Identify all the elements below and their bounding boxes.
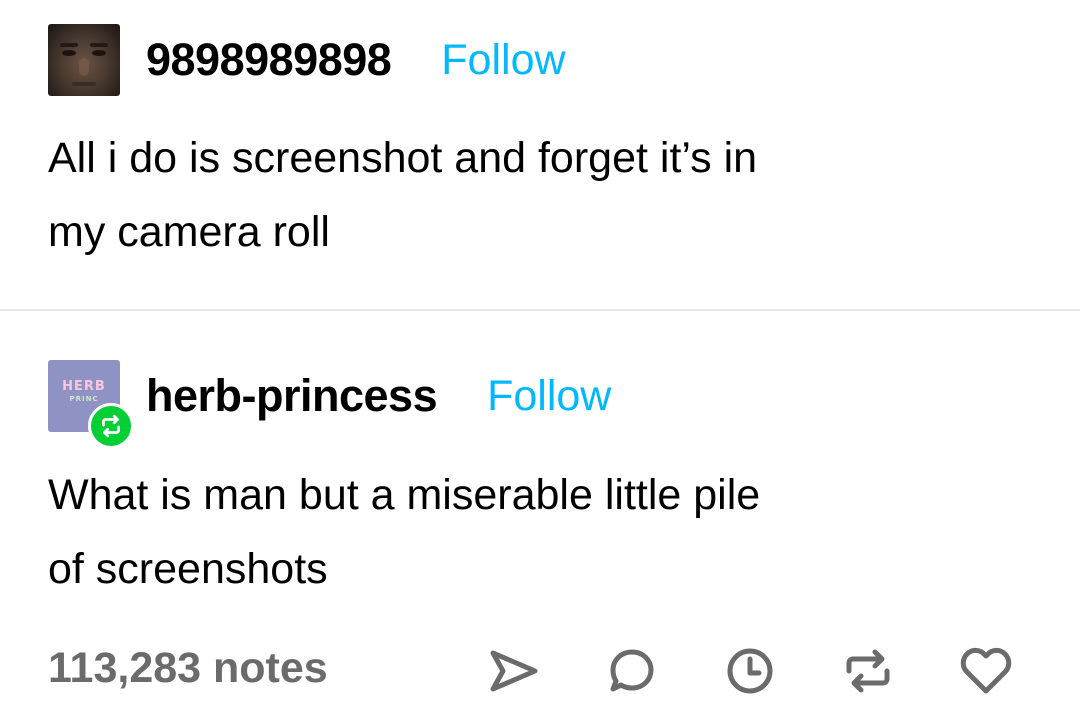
post-text-line: What is man but a miserable little pile <box>48 471 761 519</box>
reblog-badge-icon <box>88 403 134 449</box>
like-icon[interactable] <box>958 643 1014 699</box>
share-icon[interactable] <box>486 643 542 699</box>
username[interactable]: herb-princess <box>146 370 438 422</box>
original-post: 9898989898 Follow All i do is screenshot… <box>0 0 1080 310</box>
username[interactable]: 9898989898 <box>146 34 392 86</box>
notes-count[interactable]: 113,283 notes <box>48 644 328 693</box>
post-header: 9898989898 Follow <box>48 24 566 96</box>
queue-icon[interactable] <box>722 643 778 699</box>
reply-icon[interactable] <box>604 643 660 699</box>
avatar-logo-subtext: PRINC <box>69 395 99 403</box>
post-header: HERB PRINC herb-princess Follow <box>48 360 611 449</box>
post-text-line: of screenshots <box>48 545 328 593</box>
post-actions <box>486 643 1014 699</box>
post-text-line: All i do is screenshot and forget it’s i… <box>48 134 758 182</box>
post-footer: 113,283 notes <box>48 623 1032 713</box>
post-text-line: my camera roll <box>48 208 330 256</box>
user-avatar[interactable]: HERB PRINC <box>48 360 134 449</box>
post-text: What is man but a miserable little pile o… <box>48 458 1048 606</box>
post-text: All i do is screenshot and forget it’s i… <box>48 121 1048 269</box>
reblog-icon[interactable] <box>840 643 896 699</box>
user-avatar[interactable] <box>48 24 120 96</box>
follow-button[interactable]: Follow <box>441 36 565 85</box>
follow-button[interactable]: Follow <box>487 372 611 421</box>
reblog-post: HERB PRINC herb-princess Follow What is … <box>0 311 1080 719</box>
avatar-logo-text: HERB <box>62 379 106 394</box>
